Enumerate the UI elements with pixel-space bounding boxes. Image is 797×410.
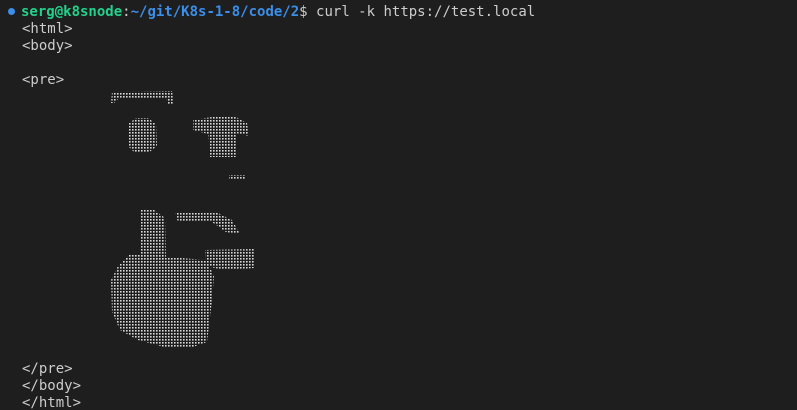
ascii-art-dots [111,91,254,348]
terminal-window[interactable]: serg@k8snode:~/git/K8s-1-8/code/2$ curl … [0,0,797,410]
ascii-finger-top [175,212,240,234]
ascii-fist [111,254,214,348]
ascii-finger-right [205,249,254,270]
ascii-left-eye [128,118,157,153]
ascii-right-eye [193,116,249,157]
output-pre-close: </pre> [22,361,73,377]
output-body-close: </body> [22,378,82,394]
output-html-close: </html> [22,395,82,410]
ascii-nose [229,175,246,179]
ascii-eyebrow [111,91,174,104]
ascii-face-thumbs-up-icon [111,91,254,348]
ascii-thumb [140,209,166,262]
